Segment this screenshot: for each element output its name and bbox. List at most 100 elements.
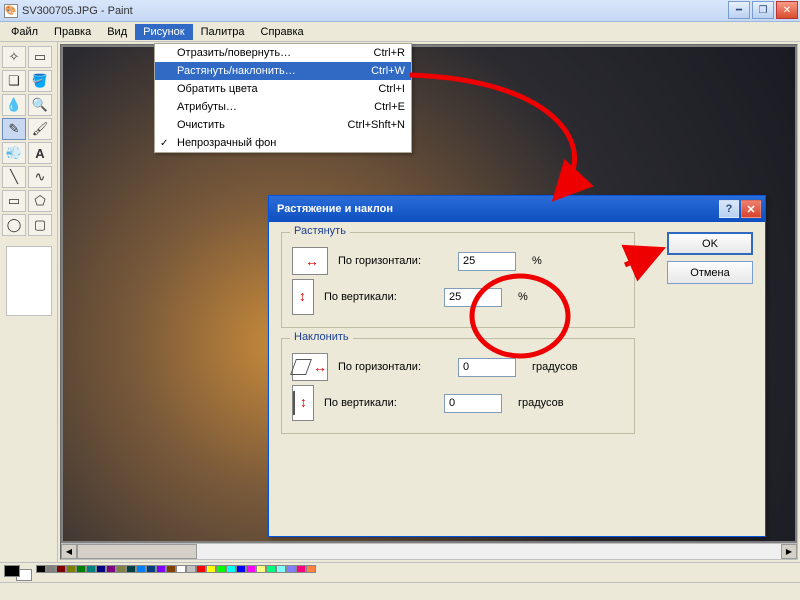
skew-v-label: По вертикали:	[324, 397, 434, 409]
scroll-left-button[interactable]: ◀	[61, 544, 77, 559]
menu-item-opaque-bg[interactable]: ✓ Непрозрачный фон	[155, 134, 411, 152]
color-swatch[interactable]	[106, 565, 116, 573]
skew-legend: Наклонить	[290, 331, 353, 343]
menu-item-attributes[interactable]: Атрибуты… Ctrl+E	[155, 98, 411, 116]
color-swatch[interactable]	[266, 565, 276, 573]
color-swatch[interactable]	[186, 565, 196, 573]
toolbox: ✧ ▭ ❏ 🪣 💧 🔍 ✎ 🖌 💨 A ╲ ∿ ▭ ⬠ ◯ ▢	[0, 42, 58, 562]
stretch-h-icon: ↔	[292, 247, 328, 275]
color-swatch[interactable]	[76, 565, 86, 573]
color-swatch[interactable]	[176, 565, 186, 573]
menu-file[interactable]: Файл	[3, 24, 46, 40]
color-swatch[interactable]	[196, 565, 206, 573]
tool-polygon[interactable]: ⬠	[28, 190, 52, 212]
skew-h-unit: градусов	[532, 361, 578, 373]
tool-curve[interactable]: ∿	[28, 166, 52, 188]
title-bar: 🎨 SV300705.JPG - Paint ━ ❐ ✕	[0, 0, 800, 22]
tool-options	[6, 246, 52, 316]
color-swatch[interactable]	[216, 565, 226, 573]
skew-v-input[interactable]	[444, 394, 502, 413]
stretch-h-label: По горизонтали:	[338, 255, 448, 267]
dialog-help-button[interactable]: ?	[719, 200, 739, 218]
tool-line[interactable]: ╲	[2, 166, 26, 188]
skew-h-input[interactable]	[458, 358, 516, 377]
menu-item-invert-colors[interactable]: Обратить цвета Ctrl+I	[155, 80, 411, 98]
color-swatch[interactable]	[276, 565, 286, 573]
scroll-right-button[interactable]: ▶	[781, 544, 797, 559]
ok-button[interactable]: OK	[667, 232, 753, 255]
menu-edit[interactable]: Правка	[46, 24, 99, 40]
menu-item-stretch-skew[interactable]: Растянуть/наклонить… Ctrl+W	[155, 62, 411, 80]
dialog-title-bar[interactable]: Растяжение и наклон ? ✕	[269, 196, 765, 222]
color-swatch[interactable]	[86, 565, 96, 573]
stretch-v-label: По вертикали:	[324, 291, 434, 303]
skew-v-unit: градусов	[518, 397, 564, 409]
tool-fill[interactable]: 🪣	[28, 70, 52, 92]
color-swatch[interactable]	[66, 565, 76, 573]
tool-picker[interactable]: 💧	[2, 94, 26, 116]
color-swatch[interactable]	[56, 565, 66, 573]
color-swatch[interactable]	[296, 565, 306, 573]
tool-zoom[interactable]: 🔍	[28, 94, 52, 116]
menu-item-flip-rotate[interactable]: Отразить/повернуть… Ctrl+R	[155, 44, 411, 62]
color-bar	[0, 562, 800, 582]
scroll-thumb[interactable]	[77, 544, 197, 559]
tool-brush[interactable]: 🖌	[28, 118, 52, 140]
tool-roundrect[interactable]: ▢	[28, 214, 52, 236]
menu-bar: Файл Правка Вид Рисунок Палитра Справка	[0, 22, 800, 42]
status-bar	[0, 582, 800, 600]
color-swatch[interactable]	[256, 565, 266, 573]
stretch-h-unit: %	[532, 255, 542, 267]
current-colors[interactable]	[4, 565, 32, 581]
color-swatch[interactable]	[206, 565, 216, 573]
stretch-v-unit: %	[518, 291, 528, 303]
maximize-button[interactable]: ❐	[752, 1, 774, 19]
menu-view[interactable]: Вид	[99, 24, 135, 40]
color-swatch[interactable]	[166, 565, 176, 573]
color-swatch[interactable]	[146, 565, 156, 573]
stretch-h-input[interactable]	[458, 252, 516, 271]
tool-eraser[interactable]: ❏	[2, 70, 26, 92]
color-swatch[interactable]	[96, 565, 106, 573]
stretch-v-input[interactable]	[444, 288, 502, 307]
color-swatch[interactable]	[156, 565, 166, 573]
tool-ellipse[interactable]: ◯	[2, 214, 26, 236]
tool-airbrush[interactable]: 💨	[2, 142, 26, 164]
color-swatch[interactable]	[126, 565, 136, 573]
tool-rect-select[interactable]: ▭	[28, 46, 52, 68]
close-button[interactable]: ✕	[776, 1, 798, 19]
dialog-close-button[interactable]: ✕	[741, 200, 761, 218]
tool-freeform-select[interactable]: ✧	[2, 46, 26, 68]
tool-rect[interactable]: ▭	[2, 190, 26, 212]
stretch-group: Растянуть ↔ По горизонтали: % ↔ По верти…	[281, 232, 635, 328]
fg-color[interactable]	[4, 565, 20, 577]
color-swatch[interactable]	[116, 565, 126, 573]
menu-palette[interactable]: Палитра	[193, 24, 253, 40]
tool-pencil[interactable]: ✎	[2, 118, 26, 140]
color-swatch[interactable]	[136, 565, 146, 573]
stretch-skew-dialog: Растяжение и наклон ? ✕ Растянуть ↔ По г…	[268, 195, 766, 537]
app-icon: 🎨	[4, 4, 18, 18]
palette	[36, 565, 316, 581]
menu-image[interactable]: Рисунок	[135, 24, 193, 40]
color-swatch[interactable]	[46, 565, 56, 573]
tool-text[interactable]: A	[28, 142, 52, 164]
image-menu-dropdown: Отразить/повернуть… Ctrl+R Растянуть/нак…	[154, 43, 412, 153]
skew-group: Наклонить ↔ По горизонтали: градусов ↔ П…	[281, 338, 635, 434]
stretch-v-icon: ↔	[292, 279, 314, 315]
stretch-legend: Растянуть	[290, 225, 350, 237]
check-icon: ✓	[160, 138, 168, 149]
color-swatch[interactable]	[306, 565, 316, 573]
menu-item-clear[interactable]: Очистить Ctrl+Shft+N	[155, 116, 411, 134]
minimize-button[interactable]: ━	[728, 1, 750, 19]
horizontal-scrollbar[interactable]: ◀ ▶	[61, 543, 797, 559]
color-swatch[interactable]	[236, 565, 246, 573]
menu-help[interactable]: Справка	[253, 24, 312, 40]
scroll-track[interactable]	[77, 544, 781, 559]
color-swatch[interactable]	[36, 565, 46, 573]
color-swatch[interactable]	[286, 565, 296, 573]
color-swatch[interactable]	[226, 565, 236, 573]
cancel-button[interactable]: Отмена	[667, 261, 753, 284]
color-swatch[interactable]	[246, 565, 256, 573]
skew-h-icon: ↔	[292, 353, 328, 381]
